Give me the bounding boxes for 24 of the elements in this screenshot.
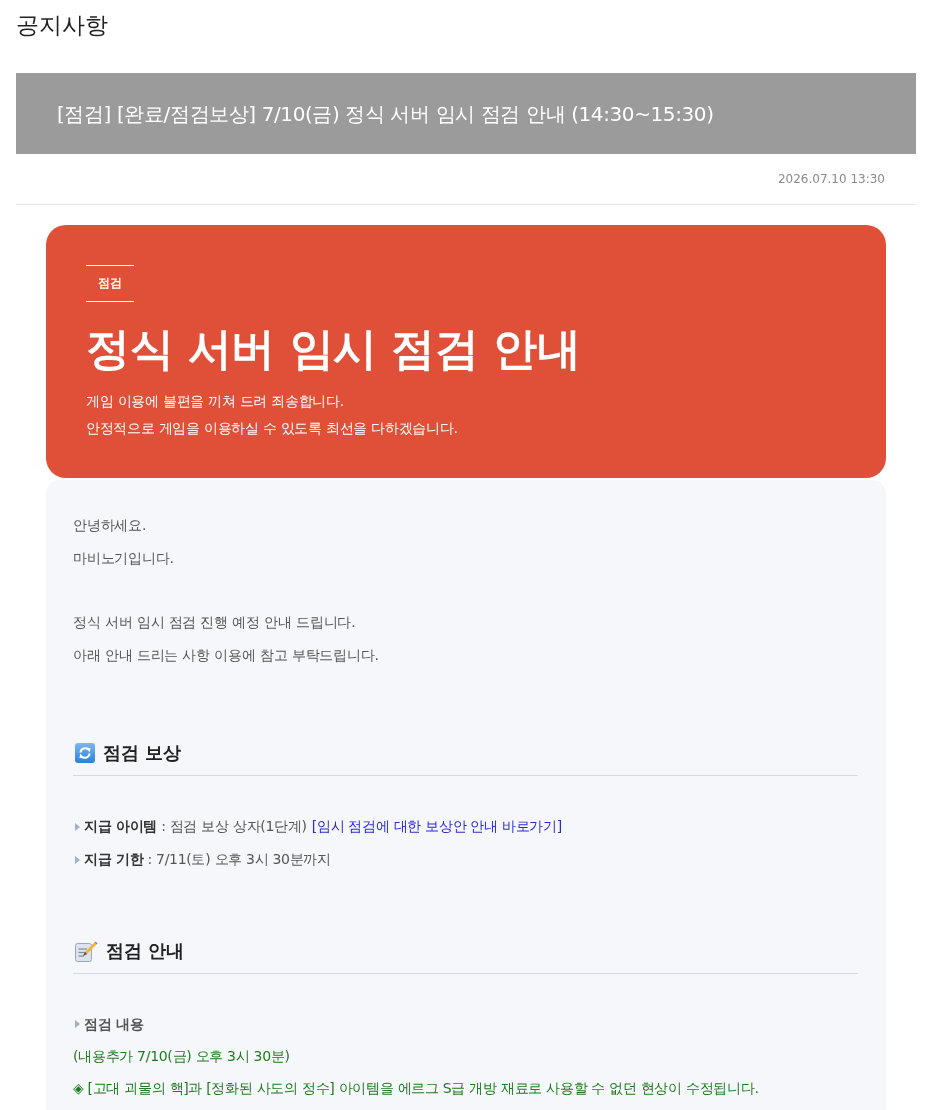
hero-title: 정식 서버 임시 점검 안내 [86,322,581,376]
page-title: 공지사항 [16,11,108,40]
bullet-icon [75,822,80,831]
subsection-label: 점검 내용 [84,1015,144,1034]
bullet-icon [75,1020,80,1028]
body-text: 안녕하세요. [73,516,147,535]
section-heading: 점검 보상 [103,741,182,765]
body-text: 정식 서버 임시 점검 진행 예정 안내 드립니다. [73,613,356,632]
refresh-icon [75,743,95,763]
guide-link[interactable]: [임시 점검에 대한 보상안 안내 바로가기] [311,810,562,843]
note-text: (내용추가 7/10(금) 오후 3시 30분) [73,1047,290,1066]
section-heading: 점검 안내 [106,939,185,963]
hero-message: 게임 이용에 불편을 끼쳐 드려 죄송합니다. [86,392,344,411]
post-date: 2026.07.10 13:30 [777,172,885,186]
hero-message: 안정적으로 게임을 이용하실 수 있도록 최선을 다하겠습니다. [86,419,458,438]
notice-title: [점검] [완료/점검보상] 7/10(금) 정식 서버 임시 점검 안내 (14:30~15:30) [57,100,714,128]
detail-text: 지급 기한 : 7/11(토) 오후 3시 30분까지 [84,850,331,869]
detail-text: 지급 아이템 : 점검 보상 상자(1단계) [84,817,307,836]
body-text: 마비노기입니다. [73,549,174,568]
category-tag: 점검 [86,265,134,302]
body-text: 아래 안내 드리는 사항 이용에 참고 부탁드립니다. [73,646,379,665]
bullet-icon [75,855,80,864]
memo-icon [75,940,98,962]
note-text: ◈ [고대 괴물의 핵]과 [정화된 사도의 정수] 아이템을 에르그 S급 개방 재료로 사용할 수 없던 현상이 수정됩니다. [73,1079,759,1098]
